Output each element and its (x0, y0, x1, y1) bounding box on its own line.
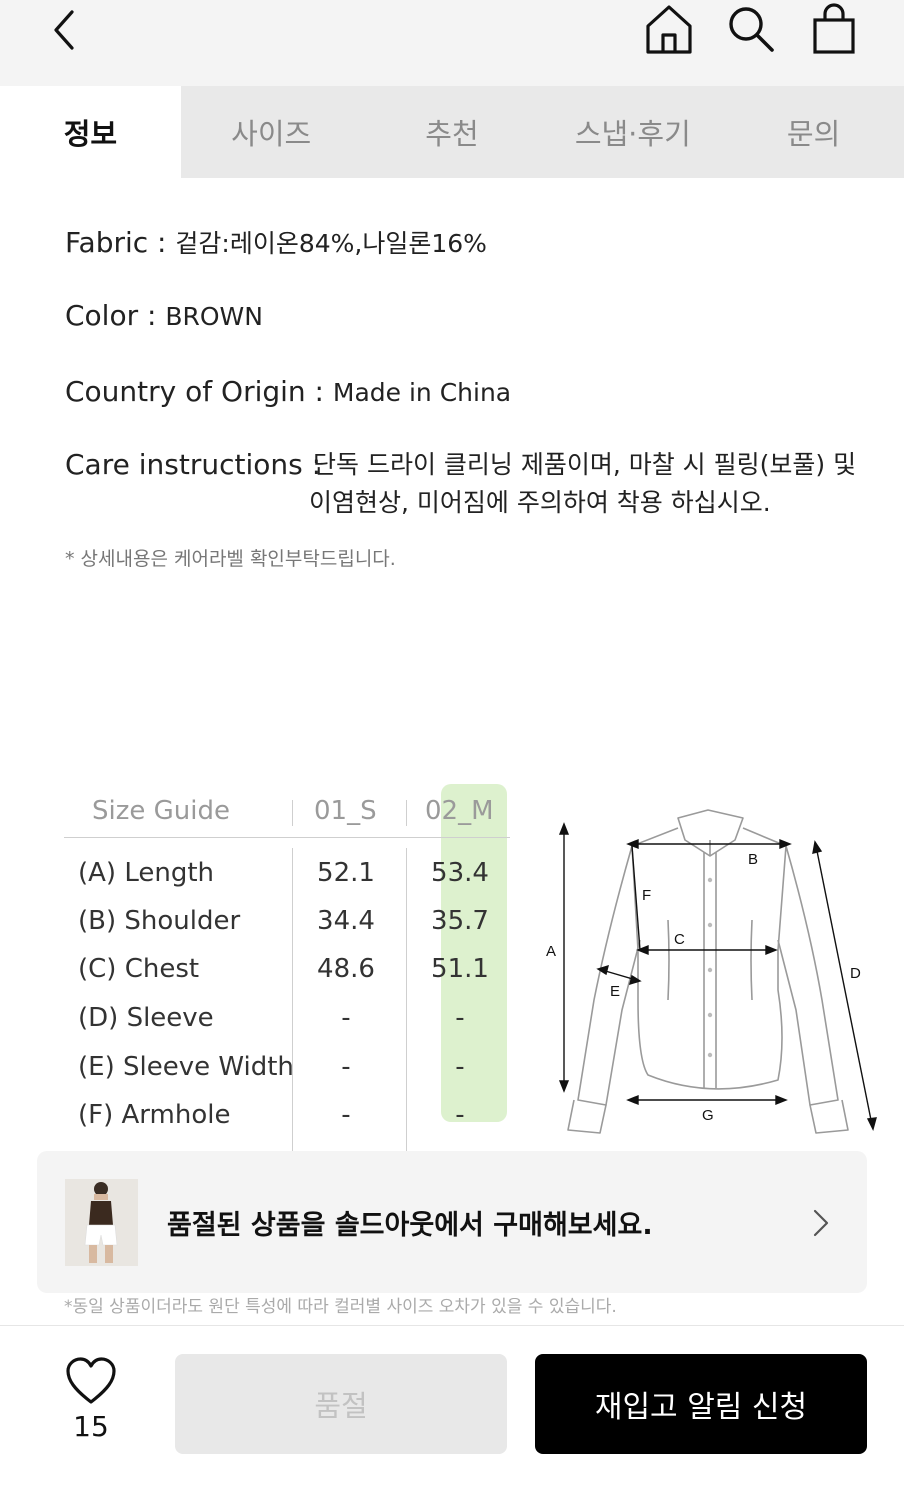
diagram-letter-g: G (702, 1107, 714, 1124)
value-cell: 35.7 (431, 906, 489, 936)
column-divider (292, 848, 293, 1154)
fabric-value: 겉감:레이온84%,나일론16% (175, 229, 487, 258)
tab-snap-review[interactable]: 스냅·후기 (542, 86, 723, 178)
origin-row: Country of Origin : Made in China (65, 375, 511, 408)
search-icon[interactable] (724, 2, 778, 56)
soldout-button[interactable]: 품절 (175, 1354, 507, 1454)
value-cell: - (455, 1003, 465, 1033)
value-cell: 48.6 (317, 954, 375, 984)
care-row: Care instructions : (65, 448, 321, 481)
fabric-label: Fabric : (65, 226, 176, 259)
diagram-letter-c: C (674, 931, 685, 948)
header-divider (406, 800, 407, 826)
care-label-note: * 상세내용은 케어라벨 확인부탁드립니다. (65, 548, 396, 570)
row-label: (A) Length (78, 858, 215, 888)
product-tabs: 정보 사이즈 추천 스냅·후기 문의 (0, 86, 904, 178)
bottom-action-bar: 15 품절 재입고 알림 신청 (0, 1325, 904, 1500)
shirt-measurement-diagram: A B C D E F G (546, 809, 877, 1134)
size-column-m: 02_M (425, 796, 494, 826)
care-value-line-1: 단독 드라이 클리닝 제품이며, 마찰 시 필링(보풀) 및 (313, 450, 857, 479)
tab-inquiry[interactable]: 문의 (723, 86, 904, 178)
like-count: 15 (73, 1410, 109, 1443)
row-label: (E) Sleeve Width (78, 1052, 294, 1082)
value-cell: - (341, 1100, 351, 1130)
fabric-row: Fabric : 겉감:레이온84%,나일론16% (65, 224, 487, 260)
back-icon[interactable] (40, 4, 90, 54)
bag-icon[interactable] (806, 2, 862, 56)
home-icon[interactable] (642, 2, 696, 56)
care-value-line-2: 이염현상, 미어짐에 주의하여 착용 하십시오. (309, 488, 771, 517)
care-label: Care instructions : (65, 448, 322, 481)
soldout-promo-text: 품절된 상품을 솔드아웃에서 구매해보세요. (167, 1210, 653, 1241)
value-cell: - (341, 1003, 351, 1033)
diagram-letter-e: E (610, 983, 620, 1000)
heart-icon[interactable] (64, 1356, 118, 1406)
diagram-letter-d: D (850, 965, 861, 982)
header-rule (64, 837, 510, 838)
chevron-right-icon (813, 1209, 829, 1237)
diagram-letter-f: F (642, 887, 651, 904)
size-guide-table: Size Guide 01_S 02_M (A) Length 52.1 53.… (64, 784, 514, 1154)
product-thumbnail (65, 1179, 138, 1266)
column-divider (406, 848, 407, 1154)
top-nav-bar (0, 0, 904, 86)
row-label: (F) Armhole (78, 1100, 231, 1130)
diagram-letter-a: A (546, 943, 556, 960)
header-divider (292, 800, 293, 826)
origin-label: Country of Origin : (65, 375, 333, 408)
row-label: (B) Shoulder (78, 906, 241, 936)
row-label: (C) Chest (78, 954, 200, 984)
size-column-s: 01_S (314, 796, 377, 826)
color-label: Color : (65, 299, 166, 332)
restock-alert-button[interactable]: 재입고 알림 신청 (535, 1354, 867, 1454)
soldout-promo-card[interactable]: 품절된 상품을 솔드아웃에서 구매해보세요. (37, 1151, 867, 1293)
tab-size[interactable]: 사이즈 (181, 86, 362, 178)
value-cell: - (455, 1052, 465, 1082)
tab-recommend[interactable]: 추천 (362, 86, 543, 178)
color-row: Color : BROWN (65, 299, 263, 332)
value-cell: 34.4 (317, 906, 375, 936)
size-disclaimer: *동일 상품이더라도 원단 특성에 따라 컬러별 사이즈 오차가 있을 수 있습… (64, 1297, 617, 1317)
tab-info[interactable]: 정보 (0, 86, 181, 178)
value-cell: 52.1 (317, 858, 375, 888)
value-cell: 51.1 (431, 954, 489, 984)
diagram-letter-b: B (748, 851, 758, 868)
value-cell: - (341, 1052, 351, 1082)
value-cell: 53.4 (431, 858, 489, 888)
color-value: BROWN (165, 302, 263, 331)
row-label: (D) Sleeve (78, 1003, 214, 1033)
value-cell: - (455, 1100, 465, 1130)
size-guide-title: Size Guide (92, 796, 230, 826)
origin-value: Made in China (332, 378, 512, 407)
